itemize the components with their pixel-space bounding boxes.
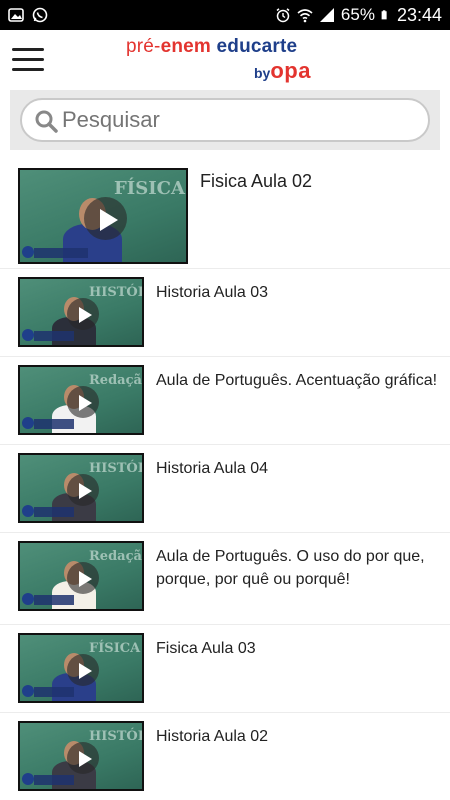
gallery-icon xyxy=(8,8,24,22)
notification-icons xyxy=(8,7,48,23)
logo-by: by xyxy=(254,65,271,81)
channel-badge-icon xyxy=(22,685,34,697)
video-list-item[interactable]: HISTÓRIA Historia Aula 04 xyxy=(0,445,450,533)
status-bar: 65% 23:44 xyxy=(0,0,450,30)
video-list-item[interactable]: HISTÓRIA Historia Aula 02 xyxy=(0,713,450,800)
video-thumbnail[interactable]: Redação xyxy=(18,541,144,611)
video-title[interactable]: Aula de Português. O uso do por que, por… xyxy=(156,545,438,591)
app-header: pré-enem educarte byopa xyxy=(0,30,450,88)
system-icons: 65% 23:44 xyxy=(275,5,442,26)
video-title[interactable]: Fisica Aula 03 xyxy=(156,637,438,660)
video-thumbnail[interactable]: HISTÓRIA xyxy=(18,721,144,791)
search-icon xyxy=(35,110,58,133)
lower-third-banner xyxy=(34,419,74,429)
video-title[interactable]: Historia Aula 04 xyxy=(156,457,438,480)
video-title[interactable]: Fisica Aula 02 xyxy=(200,170,438,193)
search-bar-container xyxy=(10,90,440,150)
logo-enem: enem xyxy=(160,36,212,57)
play-icon[interactable] xyxy=(67,742,99,774)
video-list-item[interactable]: FÍSICA Fisica Aula 02 xyxy=(0,158,450,269)
lower-third-banner xyxy=(34,248,88,258)
whatsapp-icon xyxy=(32,7,48,23)
video-title[interactable]: Historia Aula 03 xyxy=(156,281,438,304)
channel-badge-icon xyxy=(22,246,34,258)
video-thumbnail[interactable]: Redação xyxy=(18,365,144,435)
chalkboard-text: Redação xyxy=(89,549,142,564)
lower-third-banner xyxy=(34,507,74,517)
battery-icon xyxy=(381,10,387,20)
video-list: FÍSICA Fisica Aula 02 HISTÓRIA Historia Aul… xyxy=(0,158,450,800)
video-thumbnail[interactable]: HISTÓRIA xyxy=(18,453,144,523)
alarm-icon xyxy=(276,8,290,23)
chalkboard-text: FÍSICA xyxy=(89,641,141,656)
logo-opa: opa xyxy=(270,58,311,83)
play-icon[interactable] xyxy=(67,474,99,506)
channel-badge-icon xyxy=(22,417,34,429)
clock: 23:44 xyxy=(396,4,442,25)
app-logo: pré-enem educarte byopa xyxy=(126,36,336,83)
video-thumbnail[interactable]: HISTÓRIA xyxy=(18,277,144,347)
battery-percent: 65% xyxy=(340,5,375,24)
search-box[interactable] xyxy=(20,98,430,142)
video-title[interactable]: Aula de Português. Acentuação gráfica! xyxy=(156,369,438,392)
chalkboard-text: HISTÓRIA xyxy=(89,729,142,744)
chalkboard-text: HISTÓRIA xyxy=(89,461,142,476)
logo-educarte: educarte xyxy=(211,36,298,57)
video-thumbnail[interactable]: FÍSICA xyxy=(18,168,188,264)
video-list-item[interactable]: FÍSICA Fisica Aula 03 xyxy=(0,625,450,713)
lower-third-banner xyxy=(34,687,74,697)
menu-icon[interactable] xyxy=(12,48,44,72)
play-icon[interactable] xyxy=(67,562,99,594)
channel-badge-icon xyxy=(22,773,34,785)
video-list-item[interactable]: Redação Aula de Português. O uso do por q… xyxy=(0,533,450,625)
video-list-item[interactable]: HISTÓRIA Historia Aula 03 xyxy=(0,269,450,357)
channel-badge-icon xyxy=(22,329,34,341)
play-icon[interactable] xyxy=(67,654,99,686)
chalkboard-text: HISTÓRIA xyxy=(89,285,142,300)
chalkboard-text: FÍSICA xyxy=(114,178,185,199)
wifi-icon xyxy=(297,9,313,23)
logo-pre: pré- xyxy=(126,36,161,57)
lower-third-banner xyxy=(34,595,74,605)
play-icon[interactable] xyxy=(84,197,127,240)
lower-third-banner xyxy=(34,775,74,785)
lower-third-banner xyxy=(34,331,74,341)
signal-icon xyxy=(319,8,334,22)
channel-badge-icon xyxy=(22,593,34,605)
play-icon[interactable] xyxy=(67,386,99,418)
chalkboard-text: Redação xyxy=(89,373,142,388)
search-input[interactable] xyxy=(62,107,402,133)
channel-badge-icon xyxy=(22,505,34,517)
video-thumbnail[interactable]: FÍSICA xyxy=(18,633,144,703)
video-title[interactable]: Historia Aula 02 xyxy=(156,725,438,748)
video-list-item[interactable]: Redação Aula de Português. Acentuação grá… xyxy=(0,357,450,445)
play-icon[interactable] xyxy=(67,298,99,330)
